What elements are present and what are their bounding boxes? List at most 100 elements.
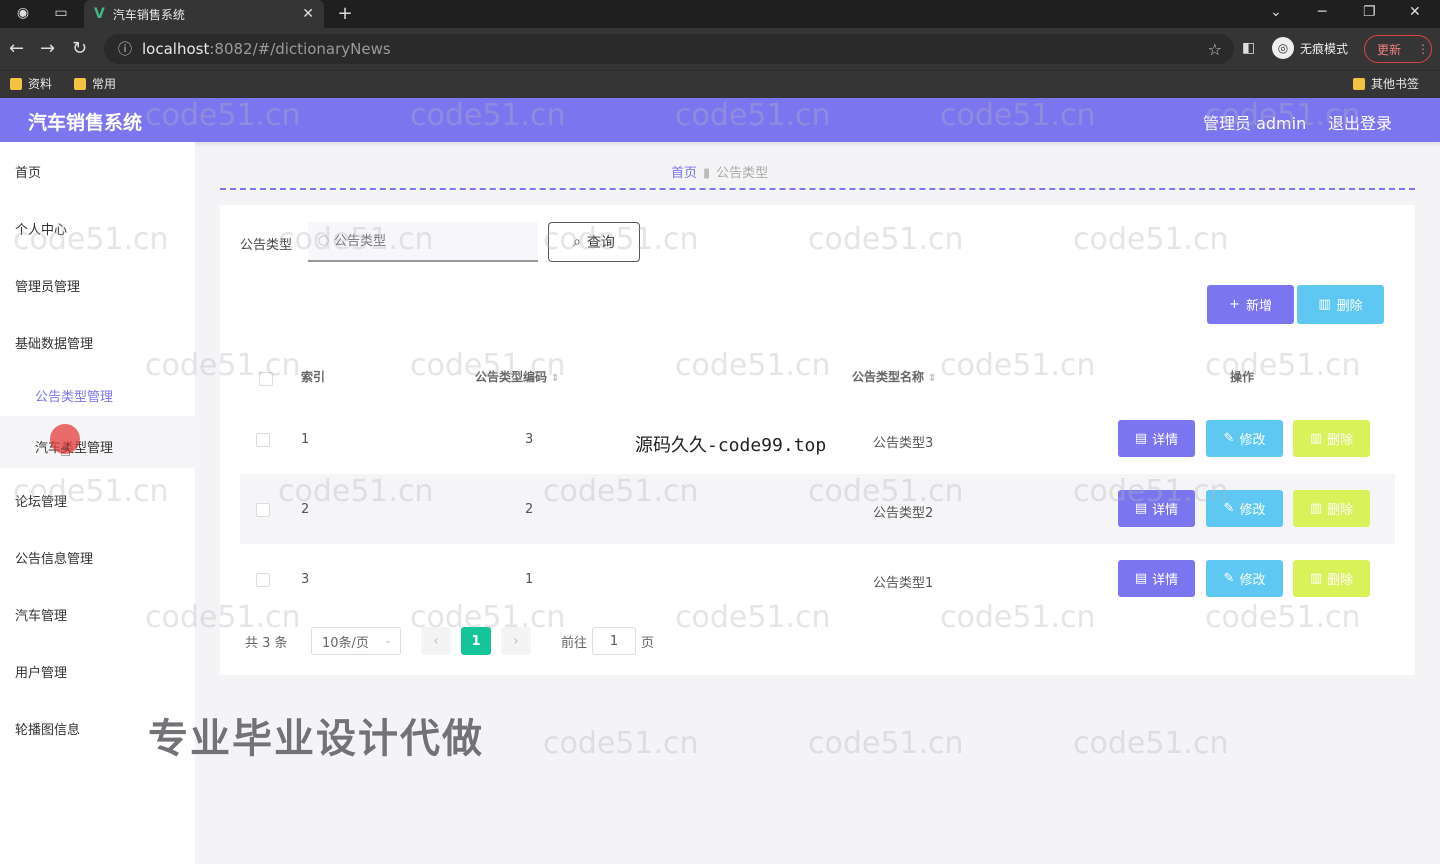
current-user: 管理员 admin bbox=[1203, 114, 1307, 133]
detail-button[interactable]: ▤ 详情 bbox=[1118, 490, 1195, 527]
edit-button[interactable]: ✎ 修改 bbox=[1206, 420, 1283, 457]
detail-label: 详情 bbox=[1152, 503, 1179, 518]
add-label: 新增 bbox=[1245, 299, 1272, 314]
bookmark-folder[interactable]: 常用 bbox=[74, 75, 116, 92]
minimize-icon[interactable]: ─ bbox=[1318, 4, 1326, 20]
reload-icon[interactable]: ↻ bbox=[72, 38, 87, 59]
incognito-icon: ◎ bbox=[1272, 37, 1294, 59]
delete-label: 删除 bbox=[1327, 573, 1354, 588]
sidepanel-icon[interactable]: ◧ bbox=[1242, 40, 1255, 56]
search-icon: ○ bbox=[318, 233, 330, 248]
cell-name: 公告类型3 bbox=[873, 436, 934, 451]
plus-icon: + bbox=[1229, 297, 1240, 312]
sort-icon[interactable]: ⇕ bbox=[928, 373, 936, 384]
delete-label: 删除 bbox=[1327, 433, 1354, 448]
watermark: code51.cn bbox=[543, 726, 699, 761]
sidebar-item-carousel[interactable]: 轮播图信息 bbox=[15, 719, 80, 738]
breadcrumb-home[interactable]: 首页 bbox=[671, 166, 697, 181]
column-header-label: 公告类型编码 bbox=[475, 370, 548, 384]
cell-code: 3 bbox=[525, 432, 534, 447]
chevron-left-icon: ‹ bbox=[433, 633, 439, 649]
column-header-name[interactable]: 公告类型名称 ⇕ bbox=[852, 368, 936, 385]
detail-label: 详情 bbox=[1152, 433, 1179, 448]
globe-icon[interactable]: ◉ bbox=[14, 5, 32, 23]
sidebar-item-profile[interactable]: 个人中心 bbox=[15, 219, 67, 238]
folder-icon bbox=[1353, 77, 1365, 90]
page-size-select[interactable]: 10条/页 ⌄ bbox=[311, 627, 401, 655]
delete-button[interactable]: ▥ 删除 bbox=[1293, 490, 1370, 527]
trash-icon: ▥ bbox=[1309, 501, 1323, 516]
bookmark-label: 资料 bbox=[28, 77, 53, 91]
breadcrumb-separator: ▮ bbox=[703, 166, 711, 181]
folder-icon bbox=[74, 77, 86, 90]
detail-button[interactable]: ▤ 详情 bbox=[1118, 560, 1195, 597]
forward-icon[interactable]: → bbox=[40, 38, 55, 59]
window-icon[interactable]: ▭ bbox=[52, 5, 70, 23]
goto-label: 前往 bbox=[561, 636, 588, 651]
sidebar-item-notices[interactable]: 公告信息管理 bbox=[15, 548, 93, 567]
cell-name: 公告类型1 bbox=[873, 576, 934, 591]
select-all-checkbox[interactable] bbox=[259, 372, 273, 386]
browser-tab[interactable]: V 汽车销售系统 ✕ bbox=[84, 0, 324, 28]
logout-link[interactable]: 退出登录 bbox=[1328, 110, 1392, 134]
hand-cursor-icon: ☝ bbox=[60, 440, 71, 461]
document-icon: ▤ bbox=[1134, 571, 1148, 586]
vue-logo-icon: V bbox=[94, 6, 105, 22]
sidebar-item-home[interactable]: 首页 bbox=[15, 162, 41, 181]
trash-icon: ▥ bbox=[1318, 297, 1331, 312]
cell-index: 2 bbox=[301, 502, 310, 517]
detail-button[interactable]: ▤ 详情 bbox=[1118, 420, 1195, 457]
sidebar-item-forum[interactable]: 论坛管理 bbox=[15, 491, 67, 510]
delete-button[interactable]: ▥ 删除 bbox=[1293, 420, 1370, 457]
row-checkbox[interactable] bbox=[256, 433, 270, 447]
next-page-button[interactable]: › bbox=[501, 627, 531, 655]
sidebar-item-admins[interactable]: 管理员管理 bbox=[15, 276, 80, 295]
url-field[interactable]: ⓘ localhost:8082/#/dictionaryNews ☆ bbox=[104, 34, 1234, 64]
url-path: :8082/#/dictionaryNews bbox=[209, 40, 391, 58]
bookmark-label: 常用 bbox=[92, 77, 117, 91]
info-icon[interactable]: ⓘ bbox=[118, 39, 132, 59]
new-tab-icon[interactable]: + bbox=[336, 3, 354, 24]
search-input[interactable] bbox=[308, 222, 538, 262]
trash-icon: ▥ bbox=[1309, 571, 1323, 586]
update-button[interactable]: 更新 ⋮ bbox=[1364, 35, 1432, 63]
star-icon[interactable]: ☆ bbox=[1208, 40, 1222, 59]
update-label: 更新 bbox=[1377, 42, 1402, 57]
query-label: 查询 bbox=[586, 235, 615, 251]
query-button[interactable]: ⌕ 查询 bbox=[548, 222, 640, 262]
chevron-down-icon[interactable]: ⌄ bbox=[1270, 4, 1282, 20]
other-bookmarks[interactable]: 其他书签 bbox=[1353, 75, 1419, 92]
edit-label: 修改 bbox=[1239, 503, 1266, 518]
edit-button[interactable]: ✎ 修改 bbox=[1206, 560, 1283, 597]
cell-name: 公告类型2 bbox=[873, 506, 934, 521]
breadcrumb: 首页 ▮ 公告类型 bbox=[671, 162, 768, 181]
document-icon: ▤ bbox=[1134, 431, 1148, 446]
folder-icon bbox=[10, 77, 22, 90]
sidebar-subitem-notice-types[interactable]: 公告类型管理 bbox=[35, 386, 113, 405]
goto-page-input[interactable] bbox=[592, 627, 636, 655]
sidebar-item-cars[interactable]: 汽车管理 bbox=[15, 605, 67, 624]
row-checkbox[interactable] bbox=[256, 503, 270, 517]
edit-button[interactable]: ✎ 修改 bbox=[1206, 490, 1283, 527]
close-tab-icon[interactable]: ✕ bbox=[302, 6, 314, 22]
divider bbox=[220, 188, 1415, 190]
batch-delete-button[interactable]: ▥ 删除 bbox=[1297, 285, 1384, 324]
add-button[interactable]: + 新增 bbox=[1207, 285, 1294, 324]
prev-page-button[interactable]: ‹ bbox=[421, 627, 451, 655]
column-header-code[interactable]: 公告类型编码 ⇕ bbox=[475, 368, 559, 385]
edit-label: 修改 bbox=[1239, 573, 1266, 588]
incognito-indicator[interactable]: ◎ 无痕模式 bbox=[1272, 37, 1348, 59]
restore-icon[interactable]: ❐ bbox=[1363, 4, 1376, 20]
row-checkbox[interactable] bbox=[256, 573, 270, 587]
bookmark-folder[interactable]: 资料 bbox=[10, 75, 52, 92]
delete-label: 删除 bbox=[1336, 299, 1363, 314]
delete-button[interactable]: ▥ 删除 bbox=[1293, 560, 1370, 597]
sort-icon[interactable]: ⇕ bbox=[551, 373, 559, 384]
search-label: 公告类型 bbox=[240, 238, 293, 253]
sidebar-item-users[interactable]: 用户管理 bbox=[15, 662, 67, 681]
page-number-current[interactable]: 1 bbox=[461, 627, 491, 655]
sidebar-item-basic-data[interactable]: 基础数据管理 bbox=[15, 333, 93, 352]
back-icon[interactable]: ← bbox=[9, 38, 24, 59]
promo-overlay-text: 专业毕业设计代做 bbox=[148, 716, 484, 762]
close-window-icon[interactable]: ✕ bbox=[1409, 4, 1421, 20]
